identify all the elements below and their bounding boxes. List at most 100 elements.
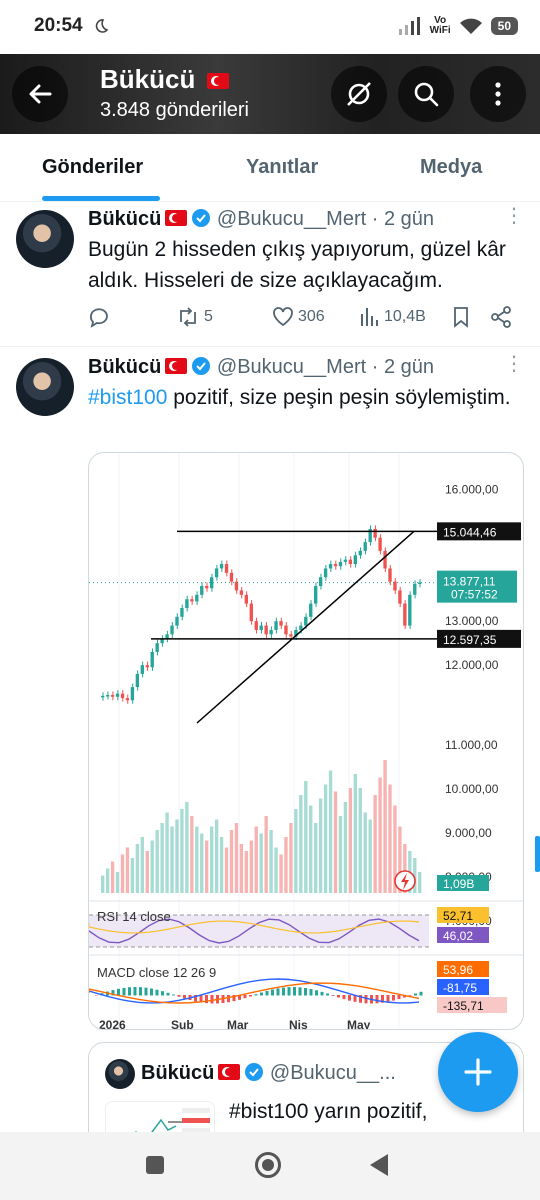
macd-histogram-bar xyxy=(315,990,318,996)
bookmark-button[interactable] xyxy=(452,306,470,328)
recent-apps-button[interactable] xyxy=(146,1156,164,1174)
candle xyxy=(135,673,140,688)
author-handle[interactable]: @Bukucu__Mert xyxy=(217,356,366,378)
author-name[interactable]: Bükücü xyxy=(88,356,161,378)
volume-bar xyxy=(279,854,283,893)
avatar[interactable] xyxy=(16,358,74,416)
volume-bar xyxy=(373,795,377,893)
macd-histogram-bar xyxy=(304,988,307,996)
candle xyxy=(165,634,169,639)
volume-bar xyxy=(214,819,219,893)
x-axis-label: 2026 xyxy=(99,1018,126,1030)
status-bar: 20:54 Vo WiFi 50 xyxy=(0,0,540,52)
retweet-count: 5 xyxy=(204,308,213,325)
candle xyxy=(254,621,258,630)
candle xyxy=(328,564,333,569)
back-nav-button[interactable] xyxy=(370,1154,388,1176)
volume-bar xyxy=(284,837,288,893)
turkey-flag-icon xyxy=(165,358,188,374)
volume-bar xyxy=(170,826,174,893)
scrollbar[interactable] xyxy=(535,836,540,872)
volume-bar xyxy=(180,809,184,893)
volume-bar xyxy=(219,837,224,893)
candle xyxy=(224,564,229,573)
resistance-price-label: 15.044,46 xyxy=(443,525,497,539)
verified-badge-icon xyxy=(192,209,211,227)
retweet-button[interactable]: 5 xyxy=(176,306,213,328)
tweet-more-icon[interactable]: ⋮ xyxy=(504,206,524,226)
macd-histogram-bar xyxy=(298,987,302,996)
chart-image[interactable]: 16.000,00 13.000,00 12.000,00 11.000,00 10.0… xyxy=(88,452,524,1030)
macd-histogram-bar xyxy=(320,991,324,996)
volume-bar xyxy=(140,837,144,893)
share-button[interactable] xyxy=(490,306,512,328)
volume-bar xyxy=(125,847,130,893)
candle xyxy=(388,568,392,582)
author-name[interactable]: Bükücü xyxy=(88,208,161,230)
more-options-button[interactable] xyxy=(470,66,526,122)
tab-posts[interactable]: Gönderiler xyxy=(42,156,143,179)
volume-bar xyxy=(200,833,204,893)
candle xyxy=(323,568,328,578)
volume-bar xyxy=(209,826,214,893)
turkey-flag-icon xyxy=(206,73,229,89)
candle xyxy=(338,561,343,567)
status-time: 20:54 xyxy=(34,15,83,36)
quote-author-name: Bükücü xyxy=(141,1062,215,1084)
macd-histogram-bar xyxy=(161,991,164,996)
compose-post-button[interactable] xyxy=(438,1032,518,1112)
macd-histogram-bar xyxy=(414,993,417,996)
macd-histogram-bar xyxy=(408,995,412,996)
reply-button[interactable] xyxy=(88,306,110,328)
candle xyxy=(264,625,268,635)
macd-histogram-bar xyxy=(331,995,335,996)
macd-histogram-bar xyxy=(210,995,214,1004)
home-button[interactable] xyxy=(255,1152,281,1178)
tweet-header: Bükücü @Bukucu__Mert · 2 gün xyxy=(88,356,434,379)
candle xyxy=(274,621,278,630)
macd-histogram-bar xyxy=(177,995,181,997)
volume-bar xyxy=(205,840,209,893)
candle xyxy=(209,577,214,589)
volume-bar xyxy=(135,844,140,893)
search-button[interactable] xyxy=(398,66,454,122)
candle xyxy=(120,693,125,699)
volume-bar xyxy=(185,802,189,893)
back-button[interactable] xyxy=(12,66,68,122)
candle xyxy=(383,550,387,569)
avatar[interactable] xyxy=(16,210,74,268)
candle xyxy=(205,586,209,589)
volume-bar xyxy=(343,802,348,893)
rsi-value1: 52,71 xyxy=(443,909,473,923)
like-button[interactable]: 306 xyxy=(272,306,325,328)
candle xyxy=(140,665,144,674)
macd-histogram-bar xyxy=(227,995,230,1003)
candle xyxy=(229,572,234,582)
hashtag-link[interactable]: #bist100 xyxy=(88,386,167,409)
views-button[interactable]: 10,4B xyxy=(360,306,426,328)
volume-bar xyxy=(304,781,308,893)
author-handle[interactable]: @Bukucu__Mert xyxy=(217,208,366,230)
macd-histogram-bar xyxy=(348,995,351,1001)
tweet-more-icon[interactable]: ⋮ xyxy=(504,354,524,374)
tab-replies[interactable]: Yanıtlar xyxy=(246,156,318,179)
macd-histogram-bar xyxy=(183,995,186,999)
volume-bar xyxy=(224,847,229,893)
macd-histogram-bar xyxy=(260,992,263,996)
volume-bar xyxy=(353,774,357,893)
volume-bar xyxy=(363,812,367,893)
heart-icon xyxy=(273,307,293,327)
volume-bar xyxy=(165,812,169,893)
tab-media[interactable]: Medya xyxy=(420,156,482,179)
do-not-disturb-icon xyxy=(95,19,109,33)
macd-histogram-bar xyxy=(254,994,258,996)
rsi-label: RSI 14 close xyxy=(97,909,171,924)
tweet-actions: 5 306 10,4B xyxy=(88,306,528,332)
volume-bar xyxy=(368,819,372,893)
volume-bar xyxy=(299,795,303,893)
macd-value1: 53,96 xyxy=(443,963,473,977)
volume-bar xyxy=(150,840,154,893)
volume-bar xyxy=(338,816,343,893)
grok-button[interactable] xyxy=(331,66,387,122)
profile-tabs: Gönderiler Yanıtlar Medya xyxy=(0,134,540,202)
